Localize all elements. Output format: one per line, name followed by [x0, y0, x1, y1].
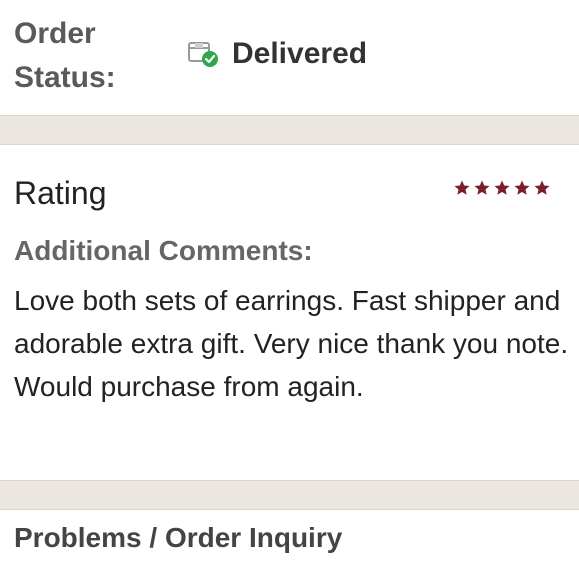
- order-status-text: Delivered: [232, 37, 368, 70]
- order-status-section: Order Status: Delivered: [0, 0, 579, 115]
- rating-label: Rating: [14, 175, 107, 211]
- star-icon: [534, 180, 550, 195]
- order-status-value: Delivered: [186, 34, 367, 74]
- section-divider: [0, 480, 579, 510]
- order-status-label: Order Status:: [14, 17, 116, 94]
- problems-section[interactable]: Problems / Order Inquiry: [0, 510, 579, 580]
- comments-label: Additional Comments:: [14, 235, 313, 266]
- delivered-box-icon: [186, 37, 222, 71]
- star-icon: [494, 180, 510, 195]
- star-icon: [454, 180, 470, 195]
- comments-text: Love both sets of earrings. Fast shipper…: [14, 285, 569, 402]
- star-icon: [514, 180, 530, 195]
- star-icon: [474, 180, 490, 195]
- star-rating: [453, 179, 551, 197]
- section-divider: [0, 115, 579, 145]
- problems-order-inquiry-link[interactable]: Problems / Order Inquiry: [14, 522, 342, 554]
- rating-section: Rating Additional Comments: Love both se…: [0, 145, 579, 480]
